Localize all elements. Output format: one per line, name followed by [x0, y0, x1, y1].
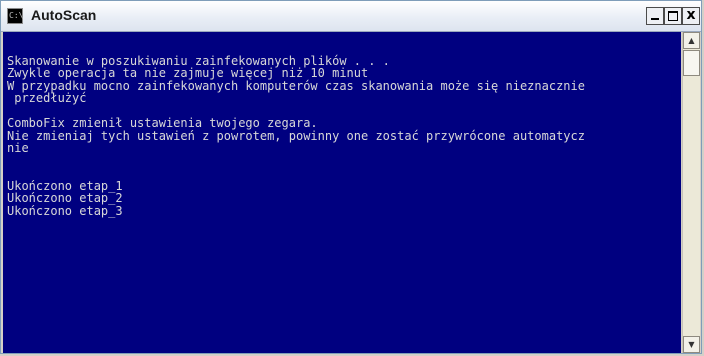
console-line: nie: [7, 141, 29, 155]
close-icon: x: [686, 7, 696, 23]
minimize-button[interactable]: [646, 7, 664, 25]
title-bar[interactable]: C:\ AutoScan x: [1, 1, 701, 32]
console-window: C:\ AutoScan x Skanowanie w poszukiwaniu…: [0, 0, 702, 354]
console-output-text: Skanowanie w poszukiwaniu zainfekowanych…: [3, 32, 681, 217]
console-app-icon[interactable]: C:\: [7, 8, 23, 24]
maximize-button[interactable]: [664, 7, 682, 25]
minimize-icon: [651, 18, 659, 20]
scroll-up-arrow-icon: ▲: [688, 36, 695, 45]
scroll-thumb[interactable]: [683, 50, 700, 76]
scroll-down-button[interactable]: ▼: [683, 336, 700, 353]
console-output-area[interactable]: Skanowanie w poszukiwaniu zainfekowanych…: [3, 32, 681, 353]
scroll-up-button[interactable]: ▲: [683, 32, 700, 49]
maximize-icon: [668, 11, 678, 21]
console-line: Ukończono etap_3: [7, 203, 123, 218]
close-button[interactable]: x: [682, 7, 700, 25]
scroll-down-arrow-icon: ▼: [688, 340, 695, 349]
vertical-scrollbar[interactable]: ▲ ▼: [682, 32, 700, 353]
console-line: W przypadku mocno zainfekowanych kompute…: [7, 78, 585, 93]
console-line: Nie zmieniaj tych ustawień z powrotem, p…: [7, 128, 585, 143]
console-line: przedłużyć: [7, 91, 87, 105]
window-title: AutoScan: [31, 7, 97, 23]
